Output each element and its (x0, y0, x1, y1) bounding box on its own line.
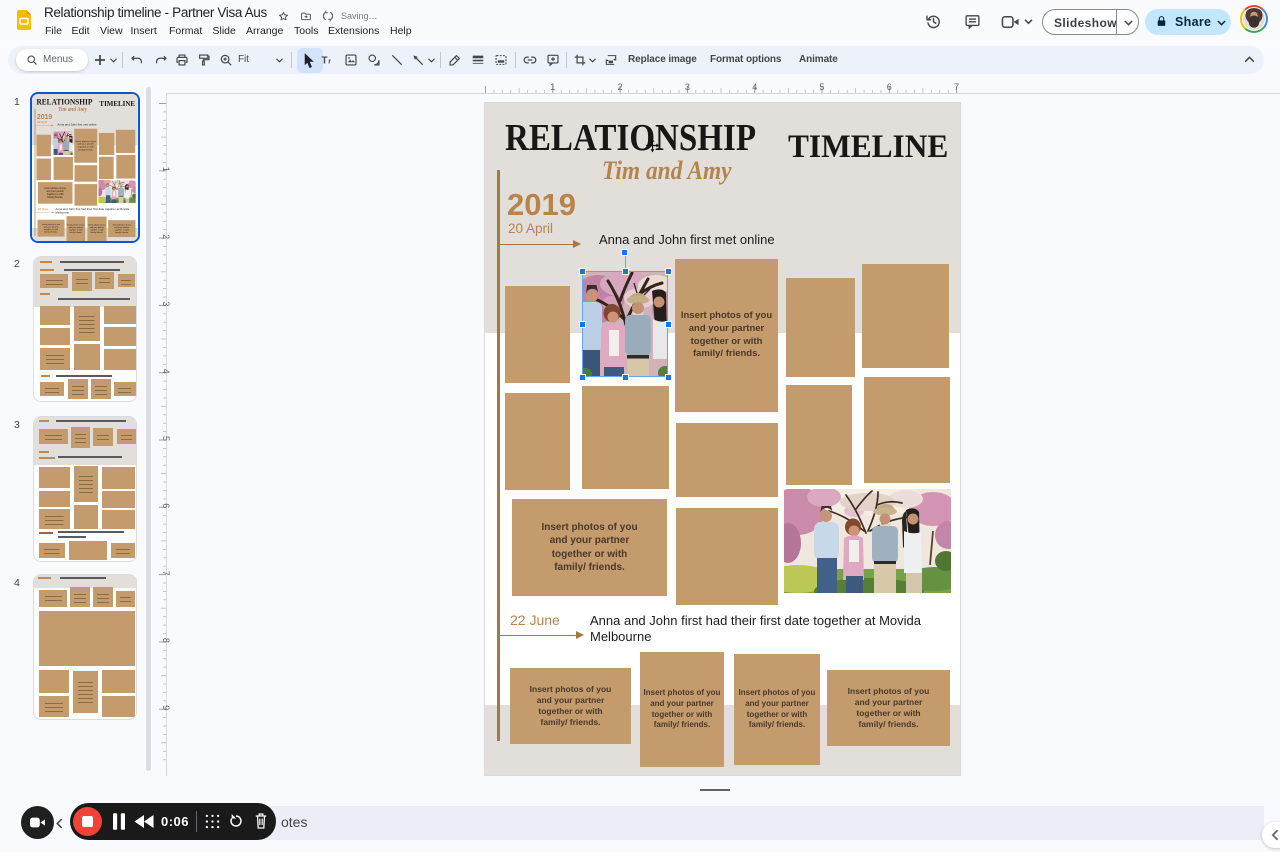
svg-text:3: 3 (161, 301, 171, 306)
svg-text:4: 4 (161, 369, 171, 374)
svg-text:2: 2 (161, 234, 171, 239)
svg-text:5: 5 (161, 436, 171, 441)
svg-text:5: 5 (820, 82, 825, 92)
svg-text:1: 1 (161, 167, 171, 172)
svg-text:9: 9 (161, 705, 171, 710)
svg-text:T: T (322, 56, 328, 66)
svg-text:6: 6 (887, 82, 892, 92)
svg-text:4: 4 (752, 82, 757, 92)
svg-text:3: 3 (685, 82, 690, 92)
svg-text:6: 6 (161, 503, 171, 508)
svg-text:7: 7 (161, 571, 171, 576)
svg-text:8: 8 (161, 638, 171, 643)
svg-text:2: 2 (618, 82, 623, 92)
svg-text:1: 1 (550, 82, 555, 92)
svg-text:r: r (328, 59, 331, 66)
svg-text:7: 7 (954, 82, 959, 92)
